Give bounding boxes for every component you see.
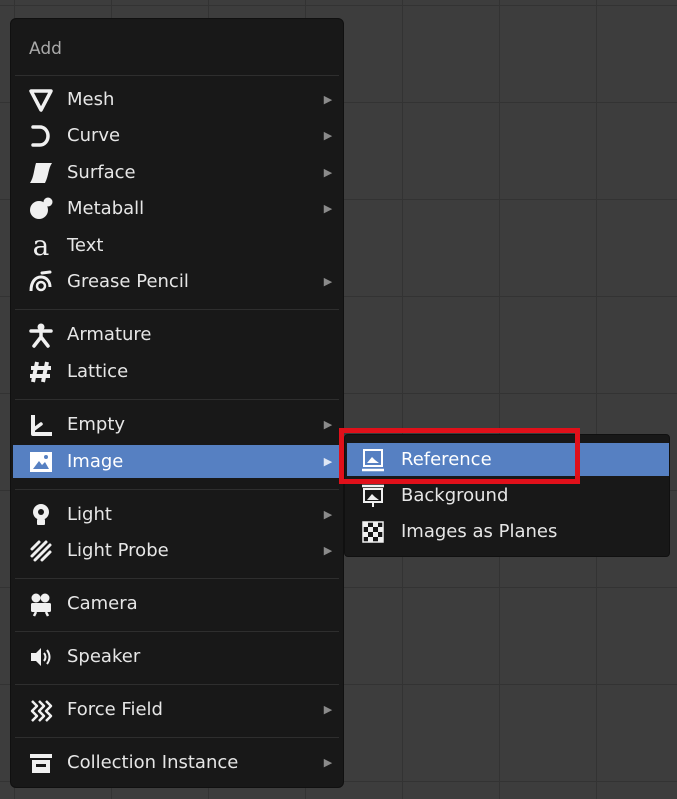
submenu-arrow-icon: ▶ [323, 202, 333, 215]
menu-separator [15, 309, 339, 310]
submenu-arrow-icon: ▶ [323, 703, 333, 716]
submenu-arrow-icon: ▶ [323, 544, 333, 557]
menu-item-label: Light [67, 504, 112, 525]
menu-item-grease-pencil[interactable]: Grease Pencil ▶ [13, 265, 341, 298]
menu-item-light[interactable]: Light ▶ [13, 498, 341, 531]
menu-item-label: Mesh [67, 89, 115, 110]
menu-item-speaker[interactable]: Speaker [13, 640, 341, 673]
menu-item-label: Camera [67, 593, 138, 614]
mesh-icon [27, 86, 55, 114]
submenu-arrow-icon: ▶ [323, 275, 333, 288]
menu-item-label: Curve [67, 125, 121, 146]
menu-item-armature[interactable]: Armature [13, 318, 341, 351]
svg-text:a: a [33, 233, 50, 259]
light-probe-icon [27, 537, 55, 565]
curve-icon [27, 122, 55, 150]
menu-item-lattice[interactable]: Lattice [13, 355, 341, 388]
surface-icon [27, 159, 55, 187]
menu-separator [15, 75, 339, 76]
grease-pencil-icon [27, 268, 55, 296]
submenu-item-background[interactable]: Background [347, 479, 669, 512]
metaball-icon [27, 195, 55, 223]
menu-separator [15, 399, 339, 400]
lattice-icon [27, 358, 55, 386]
menu-item-camera[interactable]: Camera [13, 587, 341, 620]
submenu-arrow-icon: ▶ [323, 129, 333, 142]
menu-item-curve[interactable]: Curve ▶ [13, 119, 341, 152]
empty-icon [27, 411, 55, 439]
menu-item-label: Collection Instance [67, 752, 239, 773]
menu-item-label: Text [67, 235, 104, 256]
image-submenu: Reference Background Images as Planes [344, 434, 670, 557]
checkerboard-icon [359, 518, 387, 546]
menu-item-label: Grease Pencil [67, 271, 189, 292]
menu-separator [15, 737, 339, 738]
submenu-item-label: Reference [401, 449, 492, 470]
submenu-item-reference[interactable]: Reference [347, 443, 669, 476]
menu-separator [15, 631, 339, 632]
speaker-icon [27, 643, 55, 671]
reference-image-icon [359, 446, 387, 474]
submenu-arrow-icon: ▶ [323, 508, 333, 521]
submenu-arrow-icon: ▶ [323, 756, 333, 769]
menu-item-force-field[interactable]: Force Field ▶ [13, 693, 341, 726]
menu-title: Add [29, 39, 62, 59]
menu-item-empty[interactable]: Empty ▶ [13, 408, 341, 441]
menu-item-surface[interactable]: Surface ▶ [13, 156, 341, 189]
menu-item-metaball[interactable]: Metaball ▶ [13, 192, 341, 225]
menu-item-text[interactable]: a Text [13, 229, 341, 262]
menu-item-label: Surface [67, 162, 136, 183]
menu-item-label: Metaball [67, 198, 145, 219]
background-image-icon [359, 482, 387, 510]
submenu-item-label: Background [401, 485, 509, 506]
submenu-arrow-icon: ▶ [323, 93, 333, 106]
image-icon [27, 448, 55, 476]
menu-separator [15, 684, 339, 685]
submenu-item-images-as-planes[interactable]: Images as Planes [347, 515, 669, 548]
menu-item-label: Image [67, 451, 124, 472]
submenu-item-label: Images as Planes [401, 521, 558, 542]
menu-separator [15, 578, 339, 579]
camera-icon [27, 590, 55, 618]
force-field-icon [27, 696, 55, 724]
collection-instance-icon [27, 749, 55, 777]
submenu-arrow-icon: ▶ [323, 418, 333, 431]
menu-item-label: Force Field [67, 699, 163, 720]
menu-item-label: Light Probe [67, 540, 169, 561]
submenu-arrow-icon: ▶ [323, 166, 333, 179]
menu-item-label: Armature [67, 324, 152, 345]
armature-icon [27, 321, 55, 349]
text-icon: a [27, 232, 55, 260]
menu-item-label: Speaker [67, 646, 141, 667]
menu-item-collection-instance[interactable]: Collection Instance ▶ [13, 746, 341, 779]
add-menu: Add Mesh ▶ Curve ▶ Surface ▶ Metaball ▶ … [10, 18, 344, 788]
menu-item-image[interactable]: Image ▶ [13, 445, 341, 478]
menu-item-label: Lattice [67, 361, 129, 382]
menu-item-light-probe[interactable]: Light Probe ▶ [13, 534, 341, 567]
menu-item-label: Empty [67, 414, 126, 435]
submenu-arrow-icon: ▶ [323, 455, 333, 468]
menu-item-mesh[interactable]: Mesh ▶ [13, 83, 341, 116]
light-icon [27, 501, 55, 529]
menu-separator [15, 489, 339, 490]
